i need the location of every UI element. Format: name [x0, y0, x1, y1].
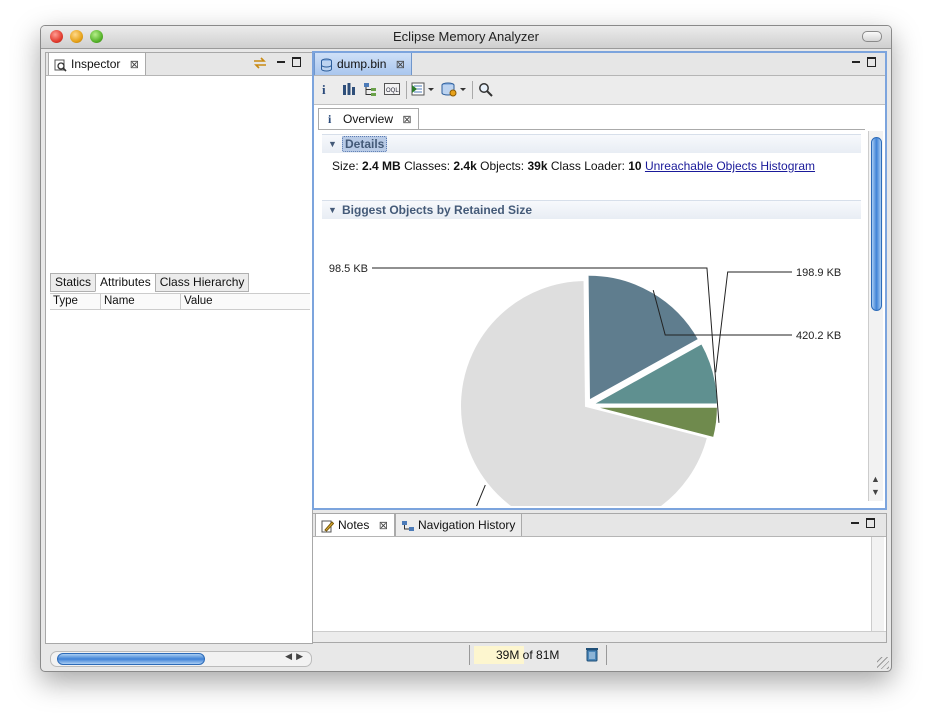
details-section-header[interactable]: ▼ Details [322, 134, 861, 153]
pie-leader-line [715, 271, 792, 373]
title-bar: Eclipse Memory Analyzer [41, 26, 891, 49]
maximize-view-icon[interactable] [866, 518, 875, 529]
close-window-button[interactable] [50, 30, 63, 43]
resize-grip-icon[interactable] [877, 657, 889, 669]
notes-text-area[interactable] [313, 537, 870, 632]
overview-vertical-scrollbar[interactable]: ▲ ▼ [868, 131, 883, 501]
heap-status[interactable]: 39M of 81M [469, 645, 607, 665]
retained-size-pie-chart: 198.9 KB420.2 KB1.7 MB98.5 KB [329, 263, 841, 506]
view-min-max-controls[interactable] [277, 56, 301, 68]
minimize-view-icon[interactable] [852, 61, 860, 64]
maximize-view-icon[interactable] [292, 57, 301, 68]
column-name[interactable]: Name [101, 294, 181, 309]
unreachable-objects-link[interactable]: Unreachable Objects Histogram [645, 159, 815, 173]
biggest-objects-section-header[interactable]: ▼ Biggest Objects by Retained Size [322, 200, 861, 219]
collapse-triangle-icon[interactable]: ▼ [328, 201, 337, 219]
toolbar-separator [472, 81, 473, 99]
notes-tab-label: Notes [338, 518, 370, 532]
biggest-objects-heading: Biggest Objects by Retained Size [342, 203, 533, 217]
histogram-icon[interactable] [342, 82, 356, 99]
tab-inspector[interactable]: Inspector ⊠ [48, 53, 146, 75]
zoom-window-button[interactable] [90, 30, 103, 43]
search-icon[interactable] [478, 82, 493, 100]
size-value: 2.4 MB [362, 159, 401, 173]
inspector-panel: Inspector ⊠ Statics Attributes Class Hiera… [45, 52, 313, 667]
overview-content: ▼ Details Size: 2.4 MB Classes: 2.4k Obj… [318, 129, 865, 506]
notes-tabbar: Notes ⊠ Navigation History [313, 514, 886, 537]
editor-panel: dump.bin ⊠ i OQL i Overview ⊠ ▼ Details … [312, 51, 887, 510]
navigation-history-tab-label: Navigation History [418, 518, 516, 532]
pie-leader-line [476, 484, 486, 506]
details-heading: Details [342, 136, 388, 152]
editor-tabbar: dump.bin ⊠ [314, 53, 885, 76]
maximize-view-icon[interactable] [867, 57, 876, 68]
info-icon[interactable]: i [322, 82, 326, 98]
notes-panel: Notes ⊠ Navigation History [312, 513, 887, 643]
sync-icon[interactable] [252, 55, 268, 74]
close-icon[interactable]: ⊠ [396, 59, 405, 71]
attributes-table-header: Type Name Value [50, 293, 310, 310]
heap-dump-dropdown-icon[interactable] [441, 82, 467, 100]
objects-value: 39k [527, 159, 548, 173]
classes-value: 2.4k [453, 159, 477, 173]
subtab-attributes[interactable]: Attributes [95, 273, 156, 292]
tab-navigation-history[interactable]: Navigation History [395, 514, 523, 536]
scroll-thumb[interactable] [871, 137, 882, 311]
close-icon[interactable]: ⊠ [130, 59, 139, 71]
reports-dropdown-icon[interactable] [411, 82, 435, 99]
app-window: Eclipse Memory Analyzer Inspector ⊠ Stat… [40, 25, 892, 672]
column-value[interactable]: Value [181, 294, 309, 309]
collapse-triangle-icon[interactable]: ▼ [328, 135, 337, 153]
classloader-label: Class Loader: [550, 159, 625, 173]
editor-toolbar: i OQL [314, 76, 885, 105]
scroll-arrows-icon[interactable]: ▲ ▼ [871, 473, 880, 499]
dominator-tree-icon[interactable] [363, 82, 378, 100]
tab-dump-bin[interactable]: dump.bin ⊠ [314, 53, 412, 75]
info-icon: i [328, 112, 332, 126]
close-icon[interactable]: ⊠ [402, 114, 411, 126]
svg-text:OQL: OQL [386, 88, 399, 94]
size-label: Size: [332, 159, 359, 173]
column-type[interactable]: Type [50, 294, 101, 309]
heap-status-text: 39M of 81M [496, 648, 560, 662]
pie-slice-label: 420.2 KB [796, 330, 841, 342]
tab-notes[interactable]: Notes ⊠ [315, 514, 395, 536]
minimize-window-button[interactable] [70, 30, 83, 43]
objects-label: Objects: [480, 159, 525, 173]
oql-icon[interactable]: OQL [384, 82, 400, 99]
view-min-max-controls[interactable] [852, 56, 876, 68]
garbage-collect-icon[interactable] [586, 647, 598, 665]
inspector-subtabs: Statics Attributes Class Hierarchy [50, 273, 250, 292]
window-title: Eclipse Memory Analyzer [393, 29, 539, 44]
details-summary: Size: 2.4 MB Classes: 2.4k Objects: 39k … [332, 159, 815, 173]
classloader-value: 10 [628, 159, 642, 173]
inspector-icon [54, 57, 67, 79]
inspector-horizontal-scrollbar[interactable]: ◀▶ [50, 651, 312, 667]
subtab-class-hierarchy[interactable]: Class Hierarchy [154, 273, 250, 292]
view-min-max-controls[interactable] [851, 517, 875, 529]
notes-vertical-scrollbar[interactable] [871, 537, 884, 632]
editor-tab-label: dump.bin [337, 57, 387, 71]
inspector-tabbar: Inspector ⊠ [46, 53, 312, 76]
classes-label: Classes: [404, 159, 451, 173]
toolbar-separator [406, 81, 407, 99]
inspector-tab-label: Inspector [71, 57, 121, 71]
pie-slice-label: 198.9 KB [796, 267, 841, 279]
overview-tab-label: Overview [343, 112, 394, 126]
scroll-arrows-icon[interactable]: ◀▶ [285, 651, 307, 662]
minimize-view-icon[interactable] [277, 61, 285, 64]
notes-horizontal-scrollbar[interactable] [313, 631, 886, 642]
pie-slice-label: 98.5 KB [329, 263, 368, 275]
tab-overview[interactable]: i Overview ⊠ [318, 108, 419, 129]
subtab-statics[interactable]: Statics [50, 273, 97, 292]
scroll-thumb[interactable] [57, 653, 205, 665]
close-icon[interactable]: ⊠ [379, 520, 388, 532]
minimize-view-icon[interactable] [851, 522, 859, 525]
toolbar-toggle-button[interactable] [862, 31, 882, 42]
